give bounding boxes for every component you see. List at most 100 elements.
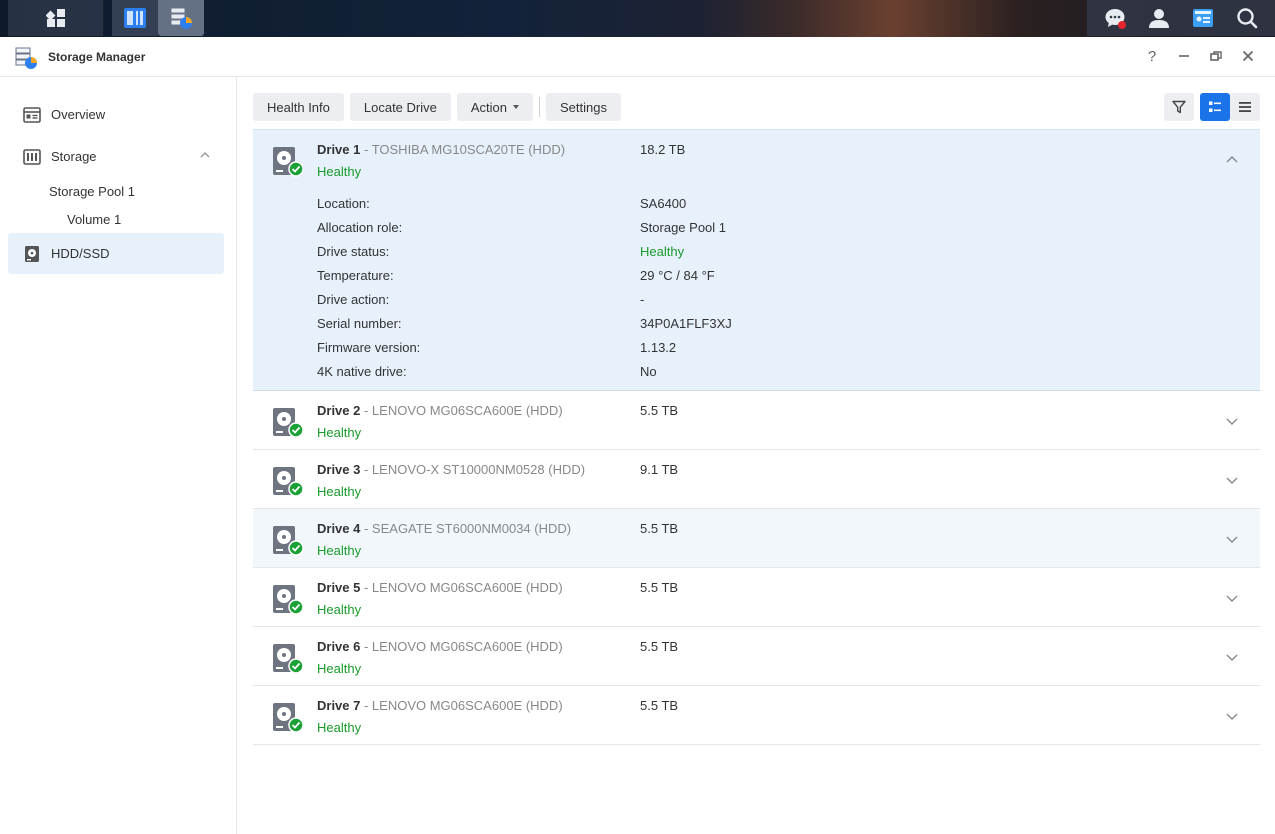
drive-label: Drive 4 (317, 521, 361, 536)
hdd-healthy-icon (273, 644, 303, 674)
taskbar-storage-manager-button[interactable] (158, 0, 204, 36)
detail-value-firmware-version: 1.13.2 (640, 340, 677, 355)
hdd-healthy-icon (273, 526, 303, 556)
restore-button[interactable] (1205, 45, 1227, 67)
drive-name: Drive 4 - SEAGATE ST6000NM0034 (HDD) (317, 521, 571, 536)
drive-list: Drive 1 - TOSHIBA MG10SCA20TE (HDD) Heal… (253, 129, 1260, 745)
chevron-down-icon[interactable] (1226, 533, 1238, 545)
detail-label-drive-action: Drive action: (317, 292, 390, 307)
drive-status: Healthy (317, 720, 362, 735)
sidebar-item-overview[interactable]: Overview (8, 94, 224, 135)
taskbar-left-group (8, 0, 204, 36)
drive-row-4[interactable]: Drive 4 - SEAGATE ST6000NM0034 (HDD) Hea… (253, 509, 1260, 568)
drive-row-5[interactable]: Drive 5 - LENOVO MG06SCA600E (HDD) Healt… (253, 568, 1260, 627)
hdd-healthy-icon (273, 585, 303, 615)
detail-value-drive-status: Healthy (640, 244, 685, 259)
help-button[interactable]: ? (1141, 45, 1163, 67)
detail-value-serial-number: 34P0A1FLF3XJ (640, 316, 732, 331)
drive-size: 9.1 TB (640, 462, 679, 477)
window-titlebar: Storage Manager ? (0, 37, 1275, 77)
overview-icon (23, 106, 41, 123)
drive-row-7[interactable]: Drive 7 - LENOVO MG06SCA600E (HDD) Healt… (253, 686, 1260, 745)
drive-name: Drive 7 - LENOVO MG06SCA600E (HDD) (317, 698, 563, 713)
chevron-down-icon[interactable] (1226, 592, 1238, 604)
drive-label: Drive 2 (317, 403, 361, 418)
drive-row-2[interactable]: Drive 2 - LENOVO MG06SCA600E (HDD) Healt… (253, 391, 1260, 450)
drive-model: - LENOVO MG06SCA600E (HDD) (360, 698, 563, 713)
detail-view-button[interactable] (1200, 93, 1230, 121)
chevron-up-icon[interactable] (200, 150, 210, 160)
sidebar-item-volume-1[interactable]: Volume 1 (67, 212, 121, 227)
drive-row-1[interactable]: Drive 1 - TOSHIBA MG10SCA20TE (HDD) Heal… (253, 129, 1260, 391)
chat-notification-icon (1105, 9, 1126, 29)
compact-view-button[interactable] (1230, 93, 1260, 121)
drive-label: Drive 1 (317, 142, 361, 157)
action-dropdown-button[interactable]: Action (456, 93, 533, 121)
drive-status: Healthy (317, 602, 362, 617)
hdd-healthy-icon (273, 147, 303, 177)
restore-icon (1210, 51, 1222, 61)
taskbar-right-group (1087, 0, 1275, 36)
toolbar-divider (539, 97, 540, 117)
drive-name: Drive 6 - LENOVO MG06SCA600E (HDD) (317, 639, 563, 654)
minimize-button[interactable] (1173, 45, 1195, 67)
toolbar: Health Info Locate Drive Action Settings (253, 93, 627, 121)
sidebar-item-storage-pool-1[interactable]: Storage Pool 1 (49, 184, 135, 199)
drive-model: - LENOVO MG06SCA600E (HDD) (360, 580, 563, 595)
user-icon (1149, 9, 1169, 28)
desktop-taskbar (0, 0, 1275, 37)
sidebar-item-hdd-ssd[interactable]: HDD/SSD (8, 233, 224, 274)
detail-list-icon (1209, 101, 1221, 112)
close-icon (1242, 50, 1254, 62)
chevron-down-icon[interactable] (1226, 474, 1238, 486)
sidebar-item-storage[interactable]: Storage (8, 136, 224, 177)
drive-name: Drive 3 - LENOVO-X ST10000NM0528 (HDD) (317, 462, 585, 477)
main-menu-icon (45, 9, 65, 27)
drive-row-6[interactable]: Drive 6 - LENOVO MG06SCA600E (HDD) Healt… (253, 627, 1260, 686)
drive-label: Drive 7 (317, 698, 361, 713)
chevron-down-icon[interactable] (1226, 415, 1238, 427)
notifications-button[interactable] (1094, 0, 1136, 36)
drive-label: Drive 6 (317, 639, 361, 654)
storage-icon (23, 148, 41, 165)
sidebar-item-label: Overview (51, 107, 106, 122)
chevron-down-icon[interactable] (1226, 710, 1238, 722)
drive-model: - TOSHIBA MG10SCA20TE (HDD) (360, 142, 566, 157)
detail-label-firmware-version: Firmware version: (317, 340, 421, 355)
drive-status: Healthy (317, 484, 362, 499)
widgets-button[interactable] (1182, 0, 1224, 36)
filter-button[interactable] (1164, 93, 1194, 121)
detail-value-location: SA6400 (640, 196, 687, 211)
drive-model: - LENOVO-X ST10000NM0528 (HDD) (360, 462, 586, 477)
drive-status: Healthy (317, 425, 362, 440)
taskbar-file-station-button[interactable] (112, 0, 158, 36)
caret-down-icon (513, 105, 519, 109)
search-button[interactable] (1226, 0, 1268, 36)
health-info-button[interactable]: Health Info (253, 93, 344, 121)
locate-drive-button[interactable]: Locate Drive (349, 93, 451, 121)
drive-status: Healthy (317, 164, 362, 179)
help-icon: ? (1147, 47, 1157, 65)
search-icon (1237, 8, 1258, 29)
drive-size: 5.5 TB (640, 521, 679, 536)
hdd-healthy-icon (273, 467, 303, 497)
settings-button[interactable]: Settings (546, 93, 621, 121)
main-menu-button[interactable] (8, 0, 104, 36)
sidebar: Overview Storage Storage Pool 1 Volume 1… (0, 77, 237, 834)
hdd-healthy-icon (273, 408, 303, 438)
detail-value-temperature: 29 °C / 84 °F (640, 268, 715, 283)
chevron-down-icon[interactable] (1226, 651, 1238, 663)
drive-status: Healthy (317, 661, 362, 676)
user-button[interactable] (1138, 0, 1180, 36)
file-station-icon (124, 8, 146, 28)
detail-label-drive-status: Drive status: (317, 244, 390, 259)
drive-row-3[interactable]: Drive 3 - LENOVO-X ST10000NM0528 (HDD) H… (253, 450, 1260, 509)
detail-label-allocation-role: Allocation role: (317, 220, 403, 235)
drive-status: Healthy (317, 543, 362, 558)
close-button[interactable] (1237, 45, 1259, 67)
chevron-up-icon[interactable] (1226, 154, 1238, 166)
drive-label: Drive 3 (317, 462, 361, 477)
drive-size: 18.2 TB (640, 142, 686, 157)
drive-model: - LENOVO MG06SCA600E (HDD) (360, 403, 563, 418)
drive-name: Drive 1 - TOSHIBA MG10SCA20TE (HDD) (317, 142, 565, 157)
